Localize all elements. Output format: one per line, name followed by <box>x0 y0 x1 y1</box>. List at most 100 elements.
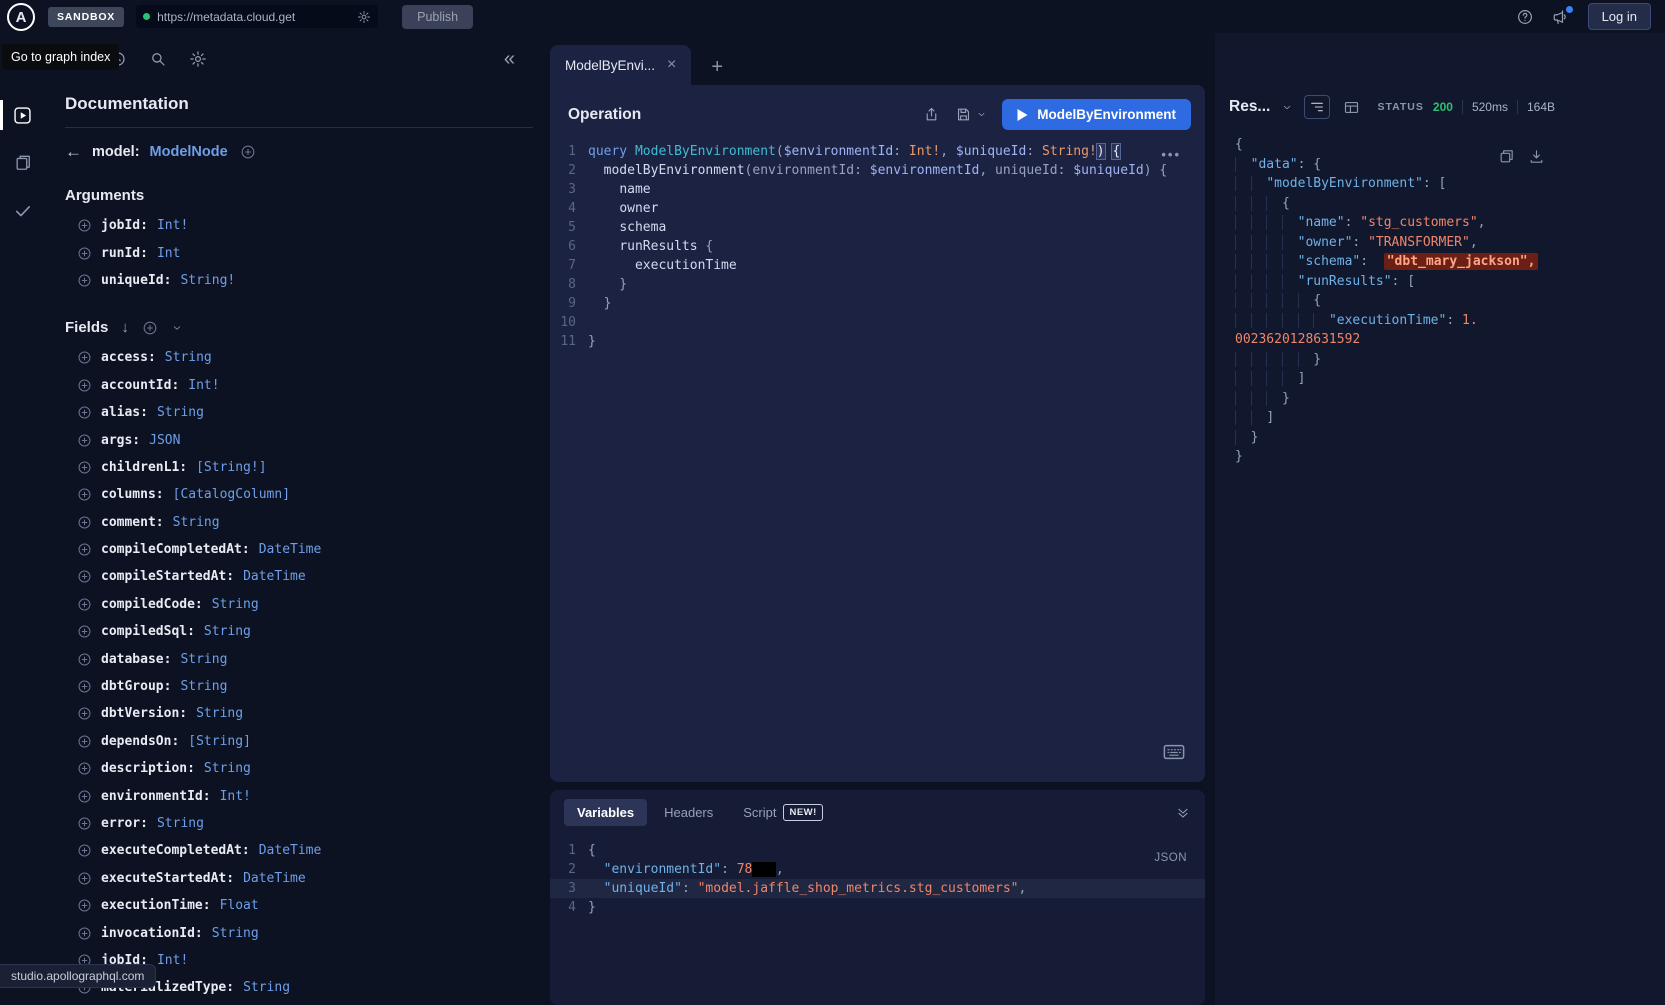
field-name[interactable]: accountId: <box>101 378 179 393</box>
field-type[interactable]: [CatalogColumn] <box>173 487 290 502</box>
connection-settings-icon[interactable] <box>357 10 371 24</box>
field-name[interactable]: access: <box>101 350 156 365</box>
add-field-icon[interactable] <box>77 542 92 557</box>
add-field-icon[interactable] <box>77 273 92 288</box>
field-name[interactable]: compiledSql: <box>101 624 195 639</box>
doc-field-row[interactable]: args: JSON <box>65 426 533 453</box>
more-options-icon[interactable]: ••• <box>1161 147 1181 162</box>
doc-field-row[interactable]: dbtGroup: String <box>65 673 533 700</box>
code-line[interactable]: 8 } <box>550 275 1205 294</box>
code-line[interactable]: "name": "stg_customers", <box>1235 213 1665 233</box>
code-line[interactable]: "executionTime": 1. <box>1235 311 1665 331</box>
code-line[interactable]: "runResults": [ <box>1235 272 1665 292</box>
tab-modelbyenvironment[interactable]: ModelByEnvi... × <box>550 45 691 85</box>
doc-field-row[interactable]: uniqueId: String! <box>65 267 533 294</box>
field-name[interactable]: executeStartedAt: <box>101 871 234 886</box>
add-field-icon[interactable] <box>77 816 92 831</box>
add-field-icon[interactable] <box>77 652 92 667</box>
code-line[interactable]: 3 "uniqueId": "model.jaffle_shop_metrics… <box>550 879 1205 898</box>
add-fields-chevron-icon[interactable] <box>171 322 183 334</box>
code-line[interactable]: 3 name <box>550 180 1205 199</box>
field-name[interactable]: dependsOn: <box>101 734 179 749</box>
add-field-icon[interactable] <box>77 378 92 393</box>
code-line[interactable]: 1{ <box>550 841 1205 860</box>
collapse-variables-icon[interactable] <box>1175 805 1191 821</box>
code-line[interactable]: 9 } <box>550 294 1205 313</box>
add-field-icon[interactable] <box>77 218 92 233</box>
field-name[interactable]: childrenL1: <box>101 460 187 475</box>
tab-title[interactable]: ModelByEnvi... <box>565 58 655 73</box>
response-dropdown-icon[interactable] <box>1281 101 1293 114</box>
code-line[interactable]: 11} <box>550 332 1205 351</box>
field-type[interactable]: [String!] <box>196 460 266 475</box>
field-name[interactable]: executionTime: <box>101 898 211 913</box>
field-type[interactable]: DateTime <box>259 843 322 858</box>
run-operation-button[interactable]: ModelByEnvironment <box>1002 99 1191 130</box>
field-name[interactable]: invocationId: <box>101 926 203 941</box>
code-line[interactable]: } <box>1235 428 1665 448</box>
doc-field-row[interactable]: compileStartedAt: DateTime <box>65 563 533 590</box>
code-line[interactable]: } <box>1235 389 1665 409</box>
field-name[interactable]: environmentId: <box>101 789 211 804</box>
announcements-wrap[interactable] <box>1552 8 1570 26</box>
code-line[interactable]: { <box>1235 135 1665 155</box>
field-name[interactable]: comment: <box>101 515 164 530</box>
endpoint-url[interactable]: https://metadata.cloud.get <box>157 10 350 24</box>
code-line[interactable]: { <box>1235 194 1665 214</box>
add-field-icon[interactable] <box>77 898 92 913</box>
tab-headers[interactable]: Headers <box>651 799 726 826</box>
help-icon[interactable] <box>1516 8 1534 26</box>
search-icon[interactable] <box>149 50 167 68</box>
field-type[interactable]: String <box>243 980 290 995</box>
publish-button[interactable]: Publish <box>402 5 473 29</box>
back-arrow-icon[interactable]: ← <box>65 142 82 162</box>
code-line[interactable]: ] <box>1235 408 1665 428</box>
field-type[interactable]: DateTime <box>243 569 306 584</box>
add-field-icon[interactable] <box>77 761 92 776</box>
field-name[interactable]: error: <box>101 816 148 831</box>
field-type[interactable]: JSON <box>149 433 180 448</box>
doc-field-row[interactable]: executionTime: Float <box>65 892 533 919</box>
field-name[interactable]: description: <box>101 761 195 776</box>
doc-field-row[interactable]: alias: String <box>65 399 533 426</box>
field-type[interactable]: String <box>173 515 220 530</box>
code-line[interactable]: 2 "environmentId": 78 , <box>550 860 1205 879</box>
doc-field-row[interactable]: dbtVersion: String <box>65 700 533 727</box>
field-type[interactable]: String <box>212 926 259 941</box>
code-line[interactable]: "data": { <box>1235 155 1665 175</box>
field-type[interactable]: Int! <box>220 789 251 804</box>
code-line[interactable]: 4 owner <box>550 199 1205 218</box>
code-line[interactable]: 10 <box>550 313 1205 332</box>
field-name[interactable]: dbtVersion: <box>101 706 187 721</box>
field-type[interactable]: DateTime <box>243 871 306 886</box>
close-tab-icon[interactable]: × <box>667 57 676 73</box>
sort-fields-icon[interactable]: ↓ <box>121 319 129 336</box>
add-type-icon[interactable] <box>240 144 256 160</box>
add-field-icon[interactable] <box>77 679 92 694</box>
field-type[interactable]: Int <box>157 246 180 261</box>
field-name[interactable]: alias: <box>101 405 148 420</box>
add-field-icon[interactable] <box>77 597 92 612</box>
doc-field-row[interactable]: jobId: Int! <box>65 212 533 239</box>
response-title[interactable]: Res... <box>1229 98 1270 116</box>
field-type[interactable]: String <box>157 816 204 831</box>
code-line[interactable]: 6 runResults { <box>550 237 1205 256</box>
field-name[interactable]: compiledCode: <box>101 597 203 612</box>
field-type[interactable]: String <box>212 597 259 612</box>
doc-field-row[interactable]: executeCompletedAt: DateTime <box>65 837 533 864</box>
code-line[interactable]: ] <box>1235 369 1665 389</box>
doc-field-row[interactable]: description: String <box>65 755 533 782</box>
doc-field-row[interactable]: compiledCode: String <box>65 591 533 618</box>
code-line[interactable]: "schema": "dbt_mary_jackson", <box>1235 252 1665 272</box>
field-type[interactable]: String <box>180 679 227 694</box>
login-button[interactable]: Log in <box>1588 3 1651 30</box>
doc-field-row[interactable]: compileCompletedAt: DateTime <box>65 536 533 563</box>
doc-field-row[interactable]: error: String <box>65 810 533 837</box>
code-line[interactable]: 7 executionTime <box>550 256 1205 275</box>
code-line[interactable]: "owner": "TRANSFORMER", <box>1235 233 1665 253</box>
add-field-icon[interactable] <box>77 460 92 475</box>
doc-field-row[interactable]: invocationId: String <box>65 919 533 946</box>
doc-field-row[interactable]: environmentId: Int! <box>65 782 533 809</box>
field-type[interactable]: [String] <box>188 734 251 749</box>
add-field-icon[interactable] <box>77 515 92 530</box>
